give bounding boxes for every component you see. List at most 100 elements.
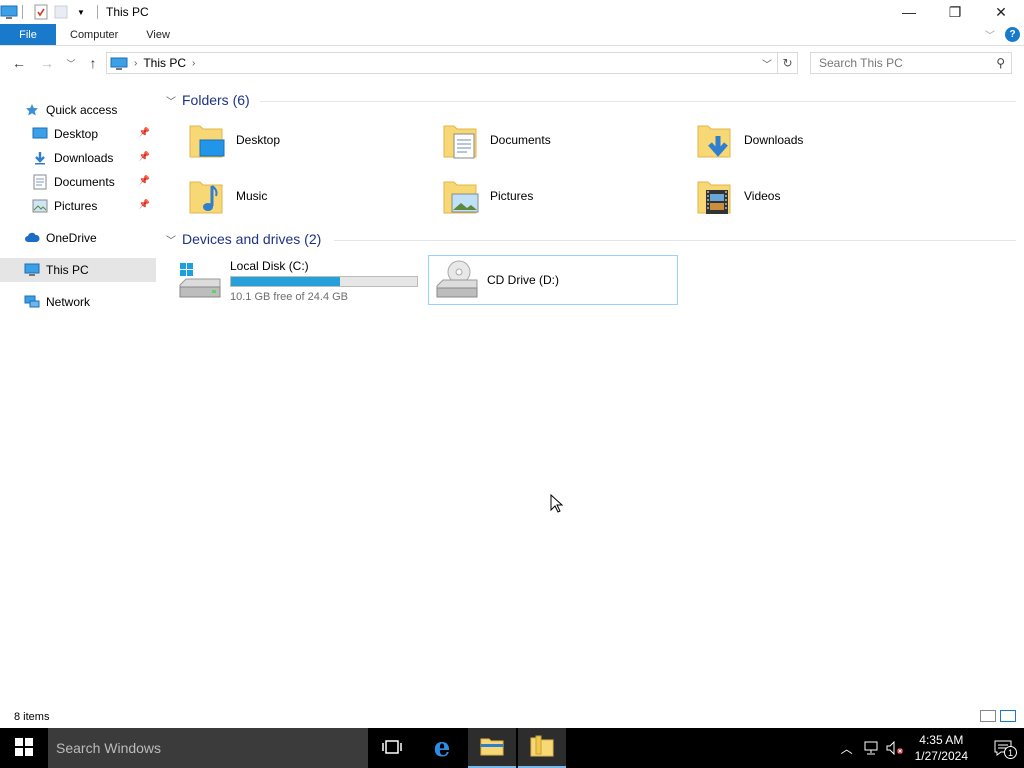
chevron-down-icon: ﹀ — [166, 96, 176, 108]
forward-button[interactable]: → — [38, 54, 56, 72]
documents-folder-icon — [440, 120, 480, 160]
search-icon: ⚲ — [996, 56, 1005, 70]
customize-toolbar-icon[interactable]: ▼ — [73, 4, 89, 20]
minimize-icon: — — [902, 4, 916, 20]
sidebar-item-downloads[interactable]: Downloads 📌 — [0, 146, 156, 170]
drive-tile-cd-drive-d[interactable]: CD Drive (D:) — [428, 255, 678, 305]
refresh-button[interactable]: ↻ — [778, 52, 798, 74]
folder-tile-music[interactable]: Music — [182, 172, 432, 220]
file-explorer-taskbar-button[interactable] — [468, 728, 516, 768]
sidebar-item-label: Desktop — [54, 127, 99, 141]
restore-button[interactable]: ❐ — [932, 0, 978, 24]
notification-count-badge: 1 — [1004, 746, 1017, 759]
sidebar-item-pictures[interactable]: Pictures 📌 — [0, 194, 156, 218]
address-dropdown-icon[interactable]: ﹀ — [757, 53, 777, 73]
videos-folder-icon — [694, 176, 734, 216]
group-title: Folders (6) — [182, 92, 250, 108]
computer-icon[interactable] — [0, 4, 18, 20]
separator — [97, 5, 98, 19]
system-tray: ︿ 4:35 AM 1/27/2024 1 — [835, 728, 1024, 768]
address-bar[interactable]: › This PC › ﹀ — [106, 52, 778, 74]
navigation-bar: ← → ﹀ ↑ › This PC › ﹀ ↻ Search This PC ⚲ — [0, 50, 1024, 76]
folder-icon — [480, 736, 504, 759]
chevron-down-icon: ﹀ — [166, 235, 176, 247]
sidebar-item-onedrive[interactable]: OneDrive — [0, 226, 156, 250]
minimize-button[interactable]: — — [886, 0, 932, 24]
taskbar-search-input[interactable]: Search Windows — [48, 728, 368, 768]
search-input[interactable]: Search This PC ⚲ — [810, 52, 1012, 74]
folder-tile-videos[interactable]: Videos — [690, 172, 940, 220]
pin-icon[interactable]: 📌 — [139, 151, 150, 162]
sidebar-item-quick-access[interactable]: Quick access — [0, 98, 156, 122]
up-button[interactable]: ↑ — [84, 54, 102, 72]
tab-file[interactable]: File — [0, 24, 56, 45]
pin-icon[interactable]: 📌 — [139, 175, 150, 186]
quick-access-toolbar: ▼ This PC — [0, 0, 149, 24]
expand-ribbon-icon[interactable]: ﹀ — [985, 27, 995, 42]
sidebar-item-network[interactable]: Network — [0, 290, 156, 314]
back-button[interactable]: ← — [10, 54, 28, 72]
new-folder-icon[interactable] — [53, 4, 69, 20]
task-view-button[interactable] — [368, 728, 416, 768]
clock[interactable]: 4:35 AM 1/27/2024 — [915, 732, 968, 764]
recent-locations-button[interactable]: ﹀ — [62, 54, 80, 72]
folders-group-header[interactable]: ﹀ Folders (6) — [166, 92, 250, 108]
folder-label: Pictures — [490, 189, 534, 203]
sidebar-item-label: Documents — [54, 175, 115, 189]
navigation-pane: Quick access Desktop 📌 Downloads 📌 Docum… — [0, 92, 156, 704]
drive-tile-local-disk-c[interactable]: Local Disk (C:) 10.1 GB free of 24.4 GB — [176, 256, 424, 306]
action-center-icon[interactable]: 1 — [985, 739, 1021, 759]
cloud-icon — [24, 230, 40, 246]
properties-icon[interactable] — [33, 4, 49, 20]
computer-icon — [24, 262, 40, 278]
folder-tile-documents[interactable]: Documents — [436, 116, 686, 164]
devices-group-header[interactable]: ﹀ Devices and drives (2) — [166, 231, 321, 247]
breadcrumb-chevron-icon[interactable]: › — [134, 58, 137, 69]
show-hidden-icons-icon[interactable]: ︿ — [838, 739, 856, 757]
edge-icon: e — [433, 733, 451, 763]
folder-tile-desktop[interactable]: Desktop — [182, 116, 432, 164]
help-icon[interactable]: ? — [1005, 27, 1020, 42]
music-folder-icon — [186, 176, 226, 216]
clock-date: 1/27/2024 — [914, 749, 968, 763]
sidebar-item-desktop[interactable]: Desktop 📌 — [0, 122, 156, 146]
group-title: Devices and drives (2) — [182, 231, 322, 247]
start-button[interactable] — [0, 728, 48, 768]
network-status-icon[interactable] — [862, 739, 880, 757]
edge-taskbar-button[interactable]: e — [418, 728, 466, 768]
folder-tile-downloads[interactable]: Downloads — [690, 116, 940, 164]
breadcrumb-this-pc[interactable]: This PC — [143, 56, 186, 70]
pictures-icon — [32, 198, 48, 214]
pictures-folder-icon — [440, 176, 480, 216]
sidebar-item-documents[interactable]: Documents 📌 — [0, 170, 156, 194]
folder-label: Videos — [744, 189, 781, 203]
divider — [334, 240, 1016, 241]
tab-computer[interactable]: Computer — [56, 24, 132, 45]
details-view-icon[interactable] — [980, 710, 996, 722]
window-title: This PC — [106, 5, 149, 19]
pin-icon[interactable]: 📌 — [139, 199, 150, 210]
windows-logo-icon — [15, 737, 33, 759]
desktop-folder-icon — [186, 120, 226, 160]
desktop-icon — [32, 126, 48, 142]
sidebar-item-label: Quick access — [46, 103, 118, 117]
star-icon — [24, 102, 40, 118]
divider — [260, 101, 1016, 102]
network-icon — [24, 294, 40, 310]
mouse-cursor-icon — [550, 493, 564, 517]
server-manager-taskbar-button[interactable] — [518, 728, 566, 768]
explorer-window: ▼ This PC — ❐ ✕ File Computer View ﹀ ? ←… — [0, 0, 1024, 728]
volume-muted-icon[interactable] — [886, 739, 904, 757]
documents-icon — [32, 174, 48, 190]
sidebar-item-label: Pictures — [54, 199, 98, 213]
folder-tile-pictures[interactable]: Pictures — [436, 172, 686, 220]
pin-icon[interactable]: 📌 — [139, 127, 150, 138]
task-view-icon — [382, 739, 402, 758]
large-icons-view-icon[interactable] — [1000, 710, 1016, 722]
tab-view[interactable]: View — [132, 24, 184, 45]
breadcrumb-chevron-icon[interactable]: › — [192, 58, 195, 69]
close-button[interactable]: ✕ — [978, 0, 1024, 24]
folder-label: Documents — [490, 133, 551, 147]
downloads-folder-icon — [694, 120, 734, 160]
sidebar-item-this-pc[interactable]: This PC — [0, 258, 156, 282]
